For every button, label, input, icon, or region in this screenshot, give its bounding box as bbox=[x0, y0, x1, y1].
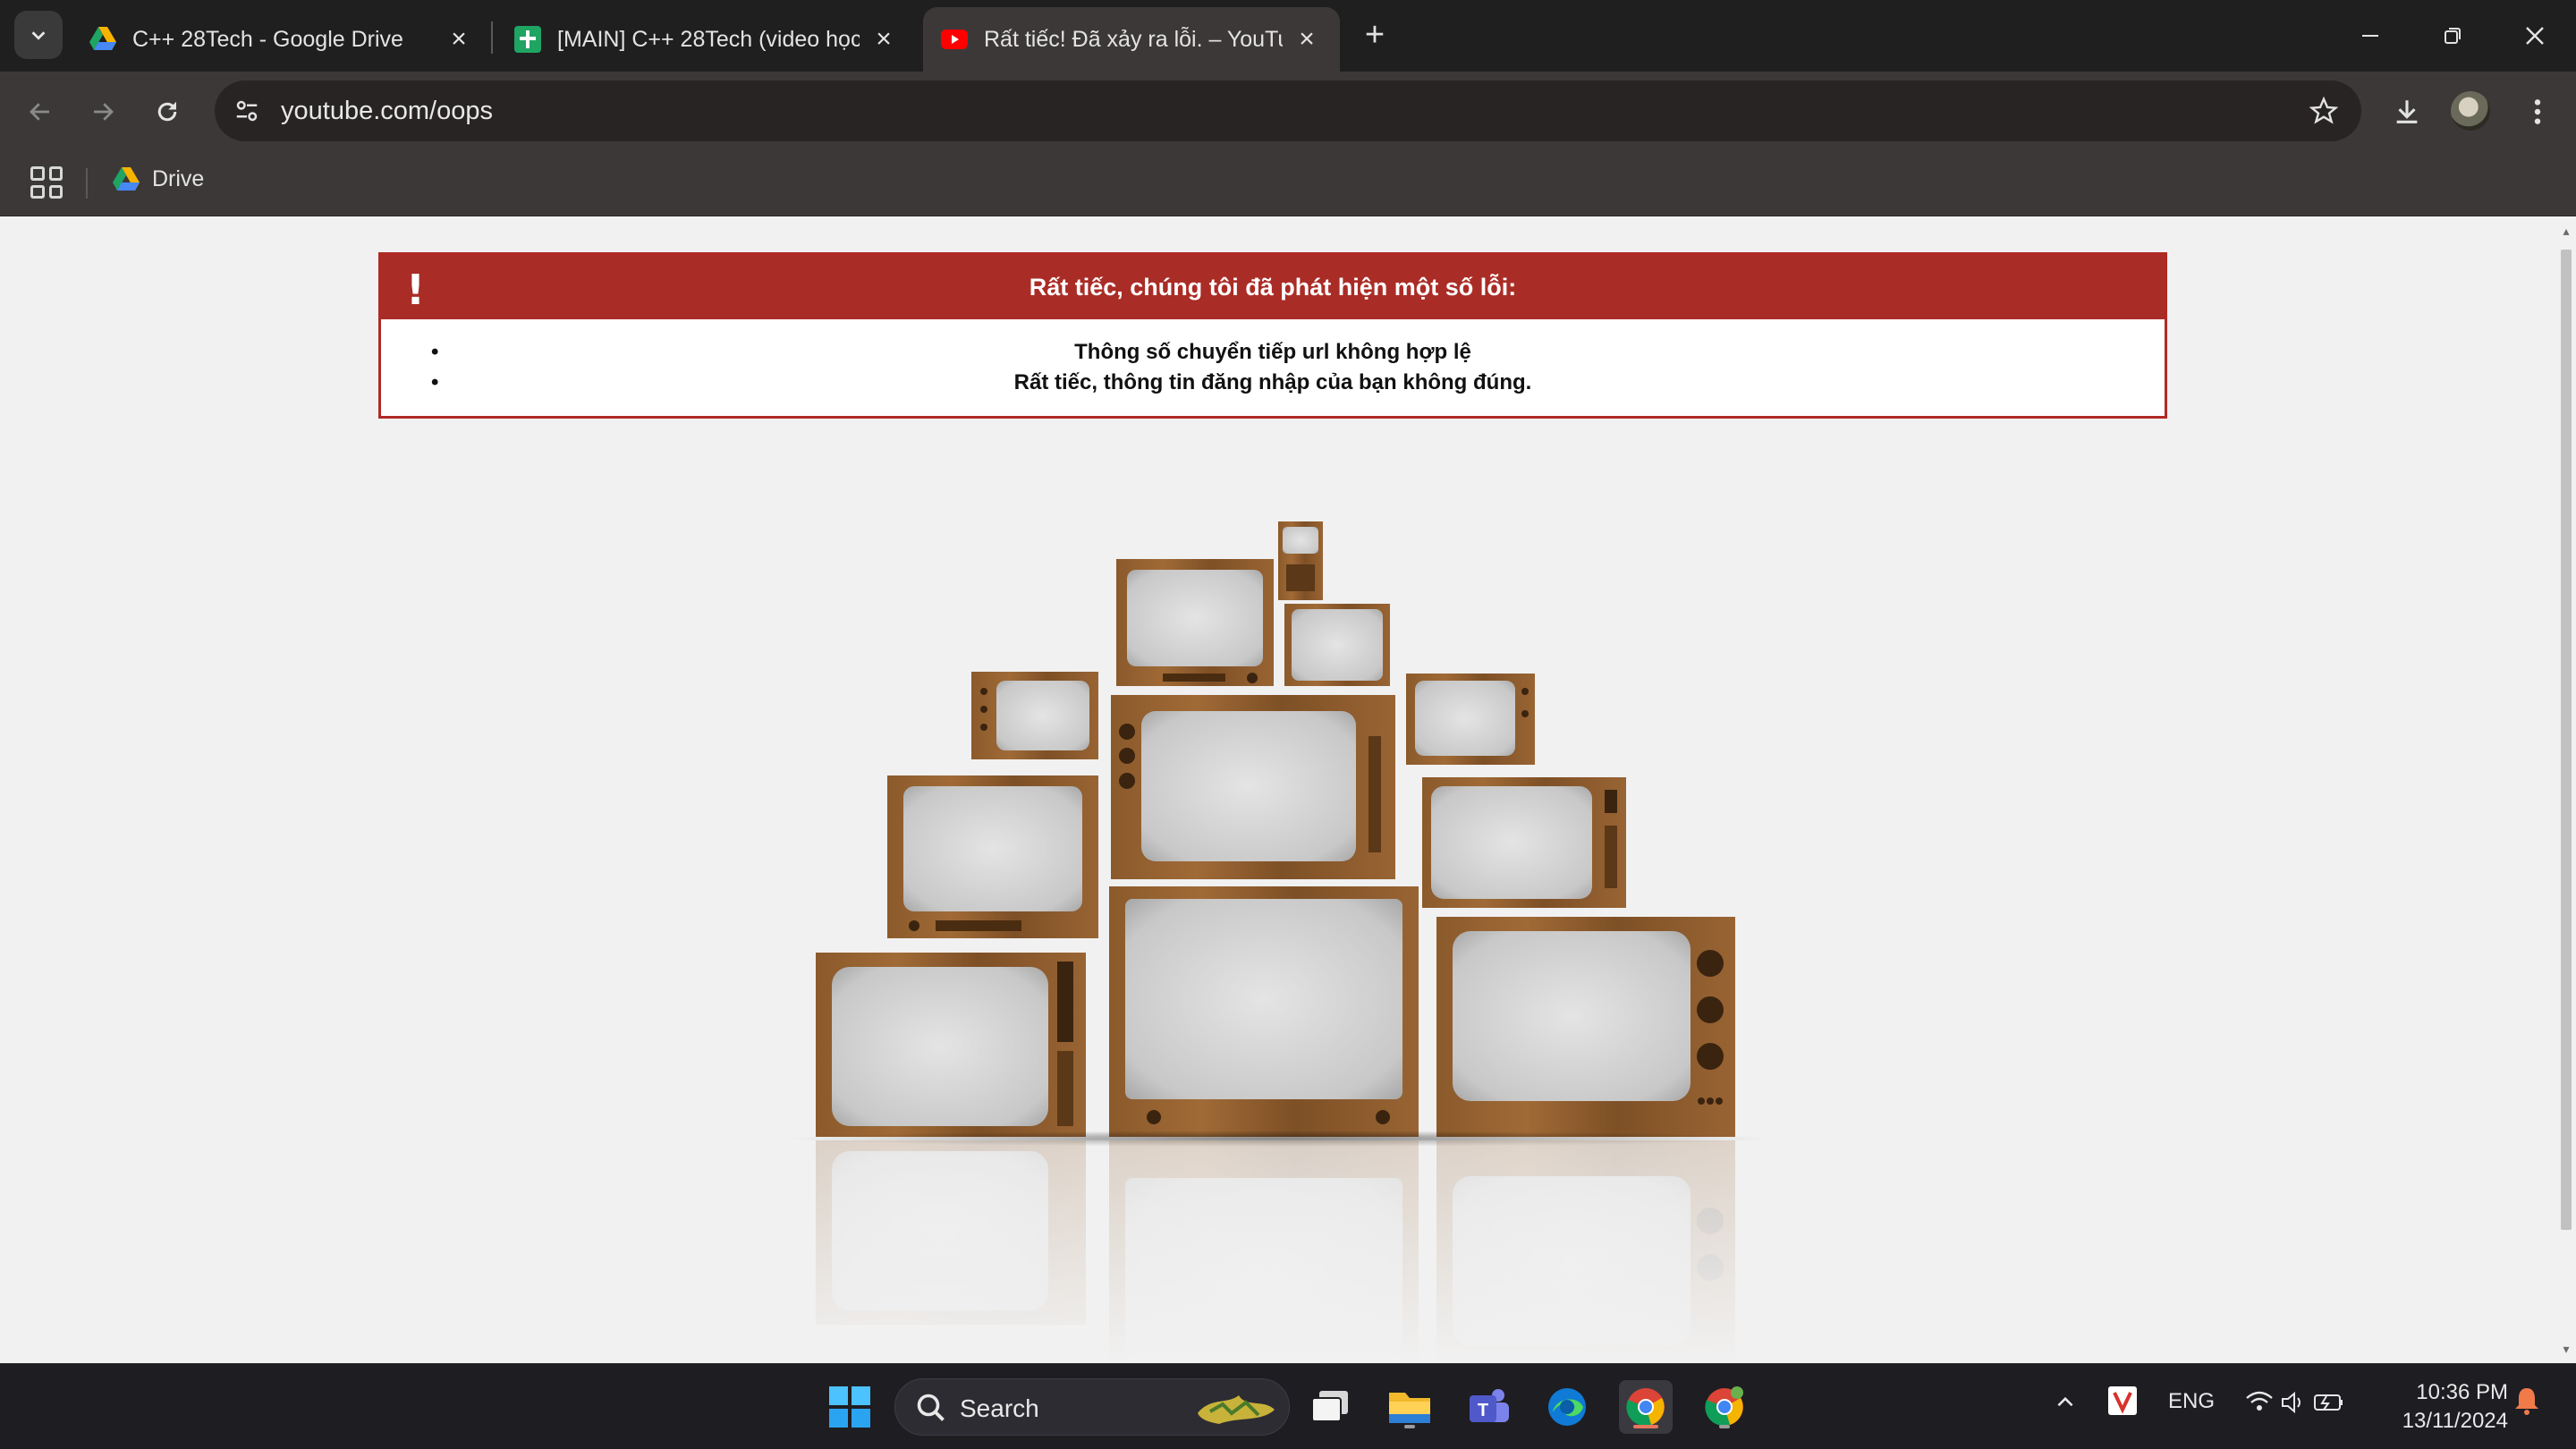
bookmark-label: Drive bbox=[152, 166, 205, 191]
download-icon bbox=[2396, 100, 2418, 123]
reload-icon bbox=[157, 101, 177, 122]
close-icon[interactable]: × bbox=[444, 24, 474, 55]
chrome-button[interactable] bbox=[1619, 1380, 1673, 1434]
more-vertical-icon bbox=[2534, 99, 2541, 124]
tab-youtube[interactable]: Rất tiếc! Đã xảy ra lỗi. – YouTub × bbox=[923, 7, 1340, 72]
close-icon[interactable]: × bbox=[869, 24, 899, 55]
tab-strip: C++ 28Tech - Google Drive × [MAIN] C++ 2… bbox=[0, 0, 2576, 72]
address-bar[interactable]: youtube.com/oops bbox=[215, 80, 2361, 141]
scroll-thumb[interactable] bbox=[2561, 250, 2572, 1230]
volume-icon bbox=[2282, 1391, 2301, 1414]
close-window-button[interactable] bbox=[2508, 13, 2562, 59]
tab-sheets[interactable]: [MAIN] C++ 28Tech (video học × bbox=[496, 7, 917, 72]
battery-icon bbox=[2314, 1394, 2343, 1411]
error-header: ! Rất tiếc, chúng tôi đã phát hiện một s… bbox=[381, 255, 2165, 319]
chrome-profile-button[interactable] bbox=[1698, 1380, 1751, 1434]
google-drive-icon bbox=[89, 27, 116, 50]
edge-button[interactable] bbox=[1540, 1380, 1594, 1434]
clock-time: 10:36 PM bbox=[2416, 1380, 2508, 1404]
error-heading: Rất tiếc, chúng tôi đã phát hiện một số … bbox=[1029, 273, 1517, 301]
error-box: ! Rất tiếc, chúng tôi đã phát hiện một s… bbox=[378, 252, 2167, 419]
restore-button[interactable] bbox=[2426, 13, 2479, 59]
taskbar-search[interactable]: Search bbox=[894, 1378, 1290, 1436]
language-indicator[interactable]: ENG bbox=[2168, 1389, 2215, 1414]
tab-separator bbox=[491, 21, 493, 54]
google-sheets-icon bbox=[514, 26, 541, 53]
wifi-icon bbox=[2246, 1391, 2273, 1411]
bookmark-star-icon[interactable] bbox=[2306, 93, 2342, 129]
exclamation-icon: ! bbox=[406, 266, 425, 314]
running-indicator bbox=[1633, 1425, 1658, 1428]
start-button[interactable] bbox=[823, 1380, 877, 1434]
teams-button[interactable]: T bbox=[1462, 1380, 1515, 1434]
error-item: Thông số chuyển tiếp url không hợp lệ bbox=[381, 337, 2165, 368]
edge-icon bbox=[1548, 1388, 1586, 1426]
network-volume-battery-group[interactable] bbox=[2243, 1387, 2351, 1424]
file-explorer-button[interactable] bbox=[1383, 1380, 1436, 1434]
clock-date: 13/11/2024 bbox=[2402, 1409, 2508, 1433]
scroll-up-icon[interactable]: ▴ bbox=[2560, 225, 2572, 237]
restore-icon bbox=[2445, 28, 2461, 44]
task-view-button[interactable] bbox=[1304, 1380, 1358, 1434]
arrow-right-icon bbox=[94, 103, 114, 121]
chrome-icon bbox=[1705, 1386, 1743, 1427]
running-indicator bbox=[1404, 1425, 1415, 1428]
minimize-button[interactable] bbox=[2343, 13, 2397, 59]
tab-search-button[interactable] bbox=[14, 11, 63, 59]
close-icon bbox=[2526, 27, 2544, 45]
arrow-left-icon bbox=[30, 103, 49, 121]
back-button[interactable] bbox=[18, 89, 63, 134]
tab-title: [MAIN] C++ 28Tech (video học bbox=[557, 26, 860, 52]
close-icon[interactable]: × bbox=[1292, 24, 1322, 55]
google-drive-icon bbox=[113, 166, 140, 191]
menu-button[interactable] bbox=[2515, 89, 2560, 134]
site-info-icon[interactable] bbox=[231, 95, 263, 127]
forward-button[interactable] bbox=[80, 89, 125, 134]
tab-title: C++ 28Tech - Google Drive bbox=[132, 26, 403, 52]
system-clock[interactable]: 10:36 PM 13/11/2024 bbox=[2383, 1378, 2508, 1436]
bookmarks-bar: Drive bbox=[0, 150, 2576, 216]
apps-grid-icon[interactable] bbox=[30, 166, 63, 199]
error-list: Thông số chuyển tiếp url không hợp lệ Rấ… bbox=[381, 319, 2165, 398]
task-view-icon bbox=[1311, 1391, 1348, 1422]
bookmark-separator bbox=[86, 168, 88, 199]
show-hidden-icons-button[interactable] bbox=[2054, 1391, 2077, 1420]
toolbar: youtube.com/oops bbox=[0, 72, 2576, 150]
url-text[interactable]: youtube.com/oops bbox=[281, 97, 493, 126]
search-icon bbox=[917, 1394, 945, 1421]
vietnamese-input-icon bbox=[2108, 1386, 2137, 1415]
taskbar: Search T ENG 10:36 PM 13/11/2024 bbox=[0, 1363, 2576, 1449]
svg-text:T: T bbox=[1478, 1401, 1488, 1420]
running-indicator bbox=[1719, 1425, 1730, 1428]
page-scrollbar[interactable]: ▴ ▾ bbox=[2556, 217, 2576, 1362]
teams-icon: T bbox=[1470, 1389, 1509, 1422]
profile-avatar[interactable] bbox=[2451, 91, 2490, 131]
chevron-up-icon bbox=[2057, 1396, 2073, 1407]
chrome-icon bbox=[1626, 1388, 1665, 1427]
scroll-down-icon[interactable]: ▾ bbox=[2560, 1343, 2572, 1355]
minimize-icon bbox=[2362, 35, 2378, 37]
search-label: Search bbox=[960, 1394, 1039, 1422]
folder-icon bbox=[1389, 1393, 1430, 1423]
search-highlight-icon bbox=[1198, 1395, 1275, 1424]
bookmark-drive[interactable]: Drive bbox=[113, 166, 204, 192]
tab-title: Rất tiếc! Đã xảy ra lỗi. – YouTub bbox=[984, 26, 1283, 52]
chevron-down-icon bbox=[31, 31, 46, 40]
bell-icon bbox=[2515, 1388, 2538, 1415]
windows-logo-icon bbox=[829, 1386, 870, 1428]
page-content: ! Rất tiếc, chúng tôi đã phát hiện một s… bbox=[0, 217, 2556, 1362]
error-item: Rất tiếc, thông tin đăng nhập của bạn kh… bbox=[381, 368, 2165, 398]
vietkey-tray-button[interactable] bbox=[2107, 1385, 2138, 1422]
new-tab-button[interactable]: + bbox=[1356, 16, 1394, 54]
notifications-button[interactable] bbox=[2513, 1385, 2540, 1422]
reload-button[interactable] bbox=[145, 89, 190, 134]
stacked-tvs-illustration bbox=[769, 521, 1789, 1362]
tab-google-drive[interactable]: C++ 28Tech - Google Drive × bbox=[72, 7, 492, 72]
youtube-icon bbox=[941, 30, 968, 49]
downloads-button[interactable] bbox=[2385, 89, 2429, 134]
